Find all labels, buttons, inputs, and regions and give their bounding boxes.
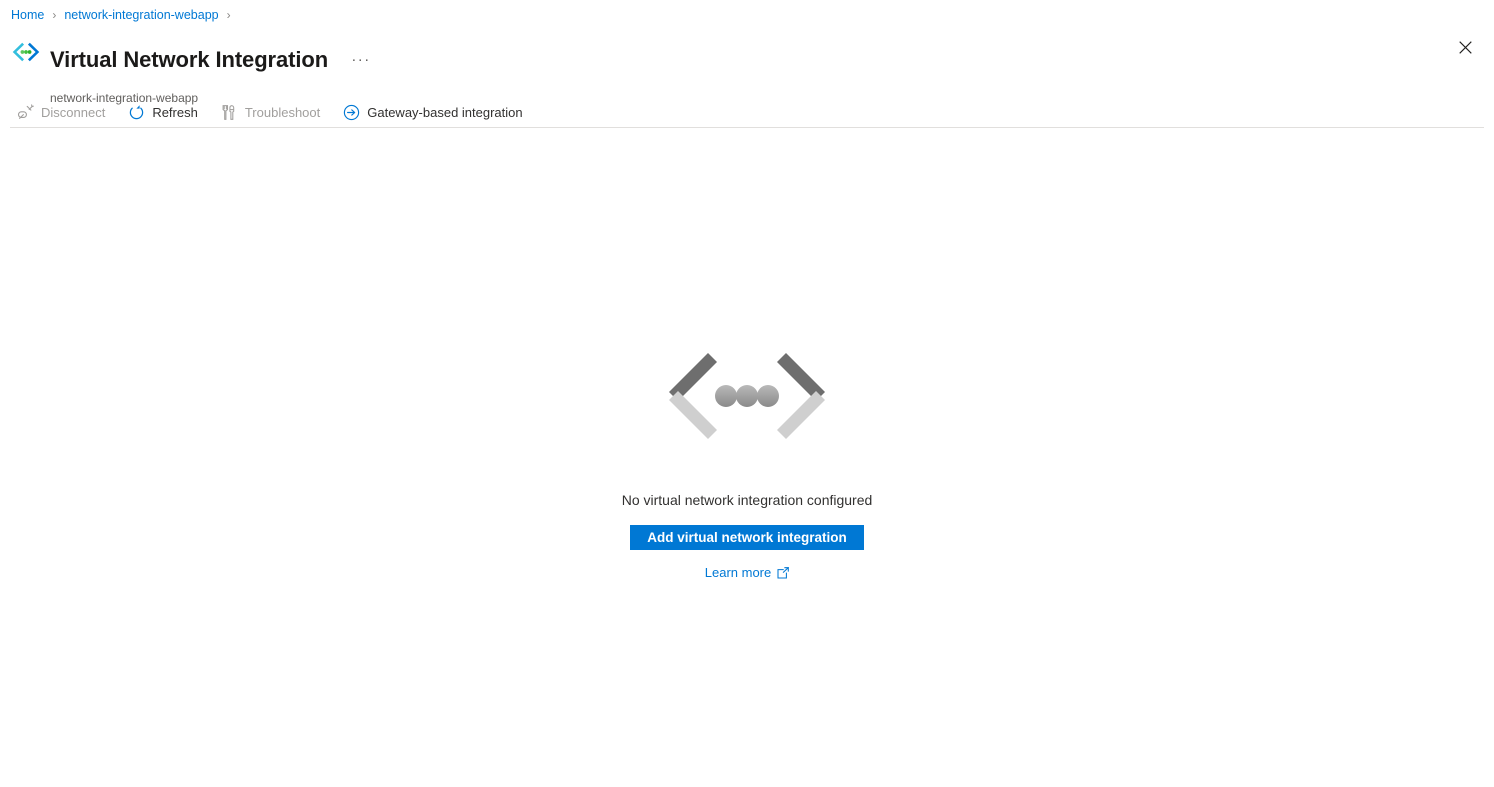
command-gateway-based-integration-label: Gateway-based integration (367, 104, 523, 120)
more-options-button[interactable]: ··· (348, 49, 374, 71)
page-header: Virtual Network Integration ··· network-… (11, 31, 374, 106)
add-virtual-network-integration-button[interactable]: Add virtual network integration (630, 525, 864, 550)
breadcrumb: Home › network-integration-webapp › (11, 6, 239, 24)
command-bar: Disconnect Refresh Troubleshoot Gateway-… (0, 97, 1494, 127)
breadcrumb-item-webapp[interactable]: network-integration-webapp (64, 6, 218, 24)
close-blade-button[interactable] (1450, 34, 1480, 64)
learn-more-label: Learn more (704, 565, 772, 580)
breadcrumb-separator-icon: › (52, 8, 57, 22)
empty-state-message: No virtual network integration configure… (621, 492, 873, 508)
disconnect-icon (16, 103, 34, 121)
command-refresh[interactable]: Refresh (127, 98, 206, 126)
refresh-icon (127, 103, 145, 121)
close-icon (1458, 41, 1472, 57)
command-refresh-label: Refresh (152, 104, 198, 120)
command-troubleshoot-label: Troubleshoot (244, 104, 321, 120)
vnet-integration-icon (11, 37, 41, 67)
command-bar-divider (10, 127, 1484, 128)
command-disconnect[interactable]: Disconnect (16, 98, 113, 126)
angle-brackets-dots-illustration (662, 340, 832, 452)
page-header-texts: Virtual Network Integration ··· network-… (50, 31, 374, 106)
command-gateway-based-integration[interactable]: Gateway-based integration (342, 98, 530, 126)
breadcrumb-item-home[interactable]: Home (11, 6, 44, 24)
external-link-icon (777, 566, 790, 579)
breadcrumb-separator-icon: › (226, 8, 231, 22)
command-disconnect-label: Disconnect (41, 104, 106, 120)
command-troubleshoot[interactable]: Troubleshoot (220, 98, 328, 126)
troubleshoot-icon (220, 103, 238, 121)
arrow-circle-right-icon (342, 103, 360, 121)
page-title: Virtual Network Integration (50, 46, 329, 72)
learn-more-link[interactable]: Learn more (704, 565, 790, 580)
empty-state: No virtual network integration configure… (0, 340, 1494, 580)
